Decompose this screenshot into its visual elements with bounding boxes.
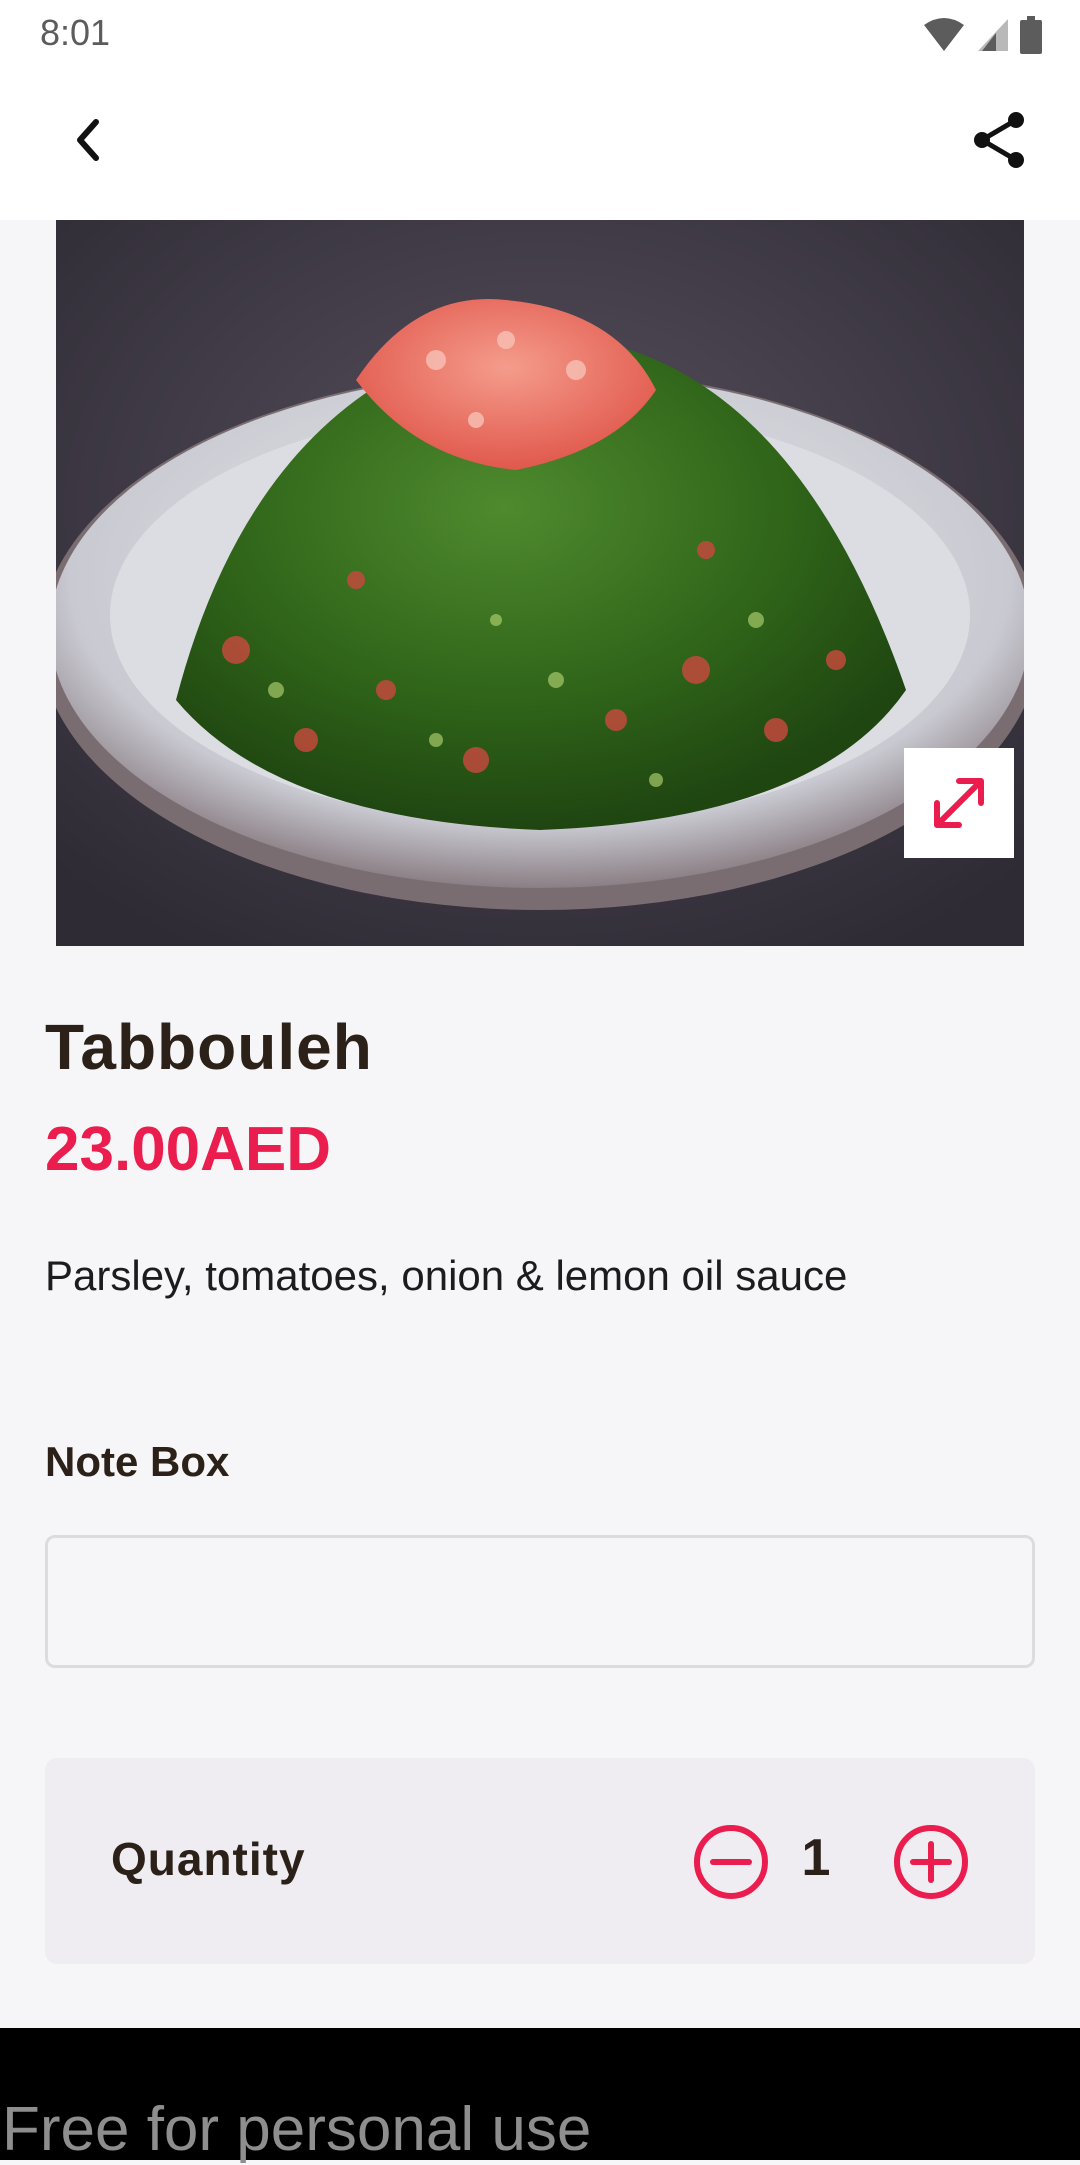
app-bar <box>0 68 1080 220</box>
share-icon <box>974 112 1024 168</box>
dish-image <box>56 220 1024 946</box>
product-description: Parsley, tomatoes, onion & lemon oil sau… <box>45 1252 848 1299</box>
cellular-signal-icon <box>978 19 1008 51</box>
wifi-icon <box>924 18 964 51</box>
plus-circle-icon[interactable] <box>893 1824 969 1900</box>
product-price: 23.00AED <box>45 1115 332 1184</box>
share-button[interactable] <box>968 108 1032 172</box>
minus-circle-icon[interactable] <box>693 1824 769 1900</box>
note-box-input[interactable] <box>45 1535 1035 1668</box>
expand-image-button[interactable] <box>904 748 1014 858</box>
quantity-label: Quantity <box>111 1833 306 1885</box>
expand-icon <box>934 778 984 828</box>
tabbouleh-photo <box>56 220 1024 946</box>
status-icons <box>922 16 1042 54</box>
quantity-panel: Quantity 1 <box>45 1758 1035 1964</box>
status-time: 8:01 <box>40 12 111 53</box>
battery-icon <box>1020 16 1042 54</box>
quantity-value: 1 <box>801 1829 831 1887</box>
status-bar: 8:01 <box>0 0 1080 68</box>
watermark-text: Free for personal use <box>2 2095 592 2164</box>
back-arrow-icon <box>77 119 99 161</box>
footer-bar: Free for personal use <box>0 2028 1080 2164</box>
note-box-label: Note Box <box>45 1438 230 1485</box>
back-button[interactable] <box>56 108 120 172</box>
product-title: Tabbouleh <box>45 1011 373 1083</box>
